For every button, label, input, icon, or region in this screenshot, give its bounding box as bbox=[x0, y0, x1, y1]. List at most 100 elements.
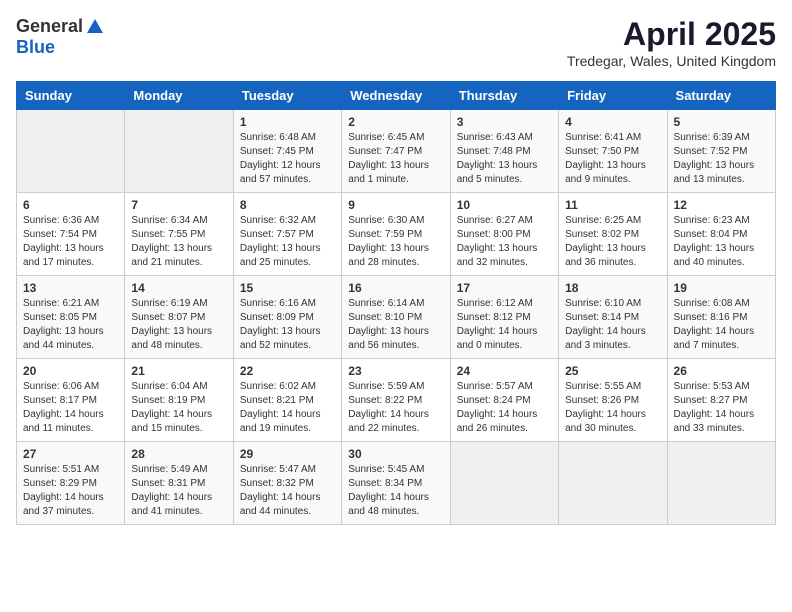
calendar-cell: 26 Sunrise: 5:53 AM Sunset: 8:27 PM Dayli… bbox=[667, 359, 775, 442]
day-number: 19 bbox=[674, 281, 769, 295]
calendar-cell: 19 Sunrise: 6:08 AM Sunset: 8:16 PM Dayli… bbox=[667, 276, 775, 359]
calendar-cell: 2 Sunrise: 6:45 AM Sunset: 7:47 PM Daylig… bbox=[342, 110, 450, 193]
calendar-cell: 8Sunrise: 6:32 AM Sunset: 7:57 PM Daylig… bbox=[233, 193, 341, 276]
title-section: April 2025 Tredegar, Wales, United Kingd… bbox=[567, 16, 776, 69]
day-info: Sunrise: 6:23 AM Sunset: 8:04 PM Dayligh… bbox=[674, 214, 769, 270]
day-info: Sunrise: 6:45 AM Sunset: 7:47 PM Dayligh… bbox=[348, 131, 443, 187]
calendar-cell: 9Sunrise: 6:30 AM Sunset: 7:59 PM Daylig… bbox=[342, 193, 450, 276]
calendar-cell: 12 Sunrise: 6:23 AM Sunset: 8:04 PM Dayli… bbox=[667, 193, 775, 276]
day-info: Sunrise: 5:53 AM Sunset: 8:27 PM Dayligh… bbox=[674, 380, 769, 436]
calendar-cell bbox=[125, 110, 233, 193]
day-info: Sunrise: 6:12 AM Sunset: 8:12 PM Dayligh… bbox=[457, 297, 552, 353]
calendar-cell: 7 Sunrise: 6:34 AM Sunset: 7:55 PM Daylig… bbox=[125, 193, 233, 276]
location-text: Tredegar, Wales, United Kingdom bbox=[567, 53, 776, 69]
logo: General Blue bbox=[16, 16, 105, 58]
day-info: Sunrise: 6:19 AM Sunset: 8:07 PM Dayligh… bbox=[131, 297, 226, 353]
day-number: 30 bbox=[348, 447, 443, 461]
calendar-week-row: 13Sunrise: 6:21 AM Sunset: 8:05 PM Dayli… bbox=[17, 276, 776, 359]
calendar-cell: 4 Sunrise: 6:41 AM Sunset: 7:50 PM Daylig… bbox=[559, 110, 667, 193]
day-info: Sunrise: 6:36 AM Sunset: 7:54 PM Dayligh… bbox=[23, 214, 118, 270]
day-info: Sunrise: 6:34 AM Sunset: 7:55 PM Dayligh… bbox=[131, 214, 226, 270]
day-info: Sunrise: 5:51 AM Sunset: 8:29 PM Dayligh… bbox=[23, 463, 118, 519]
calendar-cell: 20Sunrise: 6:06 AM Sunset: 8:17 PM Dayli… bbox=[17, 359, 125, 442]
day-number: 11 bbox=[565, 198, 660, 212]
calendar-week-row: 6 Sunrise: 6:36 AM Sunset: 7:54 PM Daylig… bbox=[17, 193, 776, 276]
day-info: Sunrise: 5:49 AM Sunset: 8:31 PM Dayligh… bbox=[131, 463, 226, 519]
day-number: 16 bbox=[348, 281, 443, 295]
calendar-cell: 11 Sunrise: 6:25 AM Sunset: 8:02 PM Dayli… bbox=[559, 193, 667, 276]
day-number: 23 bbox=[348, 364, 443, 378]
weekday-header: Saturday bbox=[667, 82, 775, 110]
day-number: 1 bbox=[240, 115, 335, 129]
day-number: 29 bbox=[240, 447, 335, 461]
day-number: 4 bbox=[565, 115, 660, 129]
day-number: 24 bbox=[457, 364, 552, 378]
calendar-cell bbox=[17, 110, 125, 193]
day-info: Sunrise: 5:55 AM Sunset: 8:26 PM Dayligh… bbox=[565, 380, 660, 436]
calendar-cell: 15 Sunrise: 6:16 AM Sunset: 8:09 PM Dayli… bbox=[233, 276, 341, 359]
day-info: Sunrise: 6:14 AM Sunset: 8:10 PM Dayligh… bbox=[348, 297, 443, 353]
day-number: 14 bbox=[131, 281, 226, 295]
calendar-header-row: SundayMondayTuesdayWednesdayThursdayFrid… bbox=[17, 82, 776, 110]
day-number: 15 bbox=[240, 281, 335, 295]
day-number: 20 bbox=[23, 364, 118, 378]
day-info: Sunrise: 6:02 AM Sunset: 8:21 PM Dayligh… bbox=[240, 380, 335, 436]
day-info: Sunrise: 5:45 AM Sunset: 8:34 PM Dayligh… bbox=[348, 463, 443, 519]
day-number: 12 bbox=[674, 198, 769, 212]
calendar-cell: 17 Sunrise: 6:12 AM Sunset: 8:12 PM Dayli… bbox=[450, 276, 558, 359]
calendar-cell: 24 Sunrise: 5:57 AM Sunset: 8:24 PM Dayli… bbox=[450, 359, 558, 442]
calendar-cell: 3 Sunrise: 6:43 AM Sunset: 7:48 PM Daylig… bbox=[450, 110, 558, 193]
day-number: 28 bbox=[131, 447, 226, 461]
day-info: Sunrise: 6:16 AM Sunset: 8:09 PM Dayligh… bbox=[240, 297, 335, 353]
day-number: 9 bbox=[348, 198, 443, 212]
day-number: 5 bbox=[674, 115, 769, 129]
logo-icon bbox=[85, 17, 105, 37]
day-number: 17 bbox=[457, 281, 552, 295]
logo-blue-text: Blue bbox=[16, 37, 55, 58]
calendar-cell: 14 Sunrise: 6:19 AM Sunset: 8:07 PM Dayli… bbox=[125, 276, 233, 359]
day-info: Sunrise: 6:08 AM Sunset: 8:16 PM Dayligh… bbox=[674, 297, 769, 353]
day-info: Sunrise: 5:57 AM Sunset: 8:24 PM Dayligh… bbox=[457, 380, 552, 436]
weekday-header: Tuesday bbox=[233, 82, 341, 110]
day-info: Sunrise: 5:59 AM Sunset: 8:22 PM Dayligh… bbox=[348, 380, 443, 436]
calendar-cell: 13Sunrise: 6:21 AM Sunset: 8:05 PM Dayli… bbox=[17, 276, 125, 359]
calendar-cell: 22Sunrise: 6:02 AM Sunset: 8:21 PM Dayli… bbox=[233, 359, 341, 442]
weekday-header: Thursday bbox=[450, 82, 558, 110]
day-number: 3 bbox=[457, 115, 552, 129]
calendar-cell: 27 Sunrise: 5:51 AM Sunset: 8:29 PM Dayli… bbox=[17, 442, 125, 525]
day-number: 7 bbox=[131, 198, 226, 212]
weekday-header: Sunday bbox=[17, 82, 125, 110]
day-info: Sunrise: 6:25 AM Sunset: 8:02 PM Dayligh… bbox=[565, 214, 660, 270]
page-header: General Blue April 2025 Tredegar, Wales,… bbox=[16, 16, 776, 69]
day-info: Sunrise: 6:48 AM Sunset: 7:45 PM Dayligh… bbox=[240, 131, 335, 187]
calendar-cell: 16 Sunrise: 6:14 AM Sunset: 8:10 PM Dayli… bbox=[342, 276, 450, 359]
day-number: 18 bbox=[565, 281, 660, 295]
day-number: 27 bbox=[23, 447, 118, 461]
day-info: Sunrise: 6:41 AM Sunset: 7:50 PM Dayligh… bbox=[565, 131, 660, 187]
day-number: 8 bbox=[240, 198, 335, 212]
calendar-cell bbox=[450, 442, 558, 525]
day-info: Sunrise: 5:47 AM Sunset: 8:32 PM Dayligh… bbox=[240, 463, 335, 519]
day-info: Sunrise: 6:21 AM Sunset: 8:05 PM Dayligh… bbox=[23, 297, 118, 353]
calendar-cell: 5 Sunrise: 6:39 AM Sunset: 7:52 PM Daylig… bbox=[667, 110, 775, 193]
calendar-cell: 10Sunrise: 6:27 AM Sunset: 8:00 PM Dayli… bbox=[450, 193, 558, 276]
calendar-week-row: 27 Sunrise: 5:51 AM Sunset: 8:29 PM Dayli… bbox=[17, 442, 776, 525]
calendar-cell: 18Sunrise: 6:10 AM Sunset: 8:14 PM Dayli… bbox=[559, 276, 667, 359]
day-number: 2 bbox=[348, 115, 443, 129]
calendar-cell: 30 Sunrise: 5:45 AM Sunset: 8:34 PM Dayli… bbox=[342, 442, 450, 525]
calendar-week-row: 1 Sunrise: 6:48 AM Sunset: 7:45 PM Daylig… bbox=[17, 110, 776, 193]
calendar-cell bbox=[559, 442, 667, 525]
day-number: 6 bbox=[23, 198, 118, 212]
calendar-table: SundayMondayTuesdayWednesdayThursdayFrid… bbox=[16, 81, 776, 525]
weekday-header: Friday bbox=[559, 82, 667, 110]
day-info: Sunrise: 6:43 AM Sunset: 7:48 PM Dayligh… bbox=[457, 131, 552, 187]
calendar-cell: 25Sunrise: 5:55 AM Sunset: 8:26 PM Dayli… bbox=[559, 359, 667, 442]
day-info: Sunrise: 6:39 AM Sunset: 7:52 PM Dayligh… bbox=[674, 131, 769, 187]
day-info: Sunrise: 6:27 AM Sunset: 8:00 PM Dayligh… bbox=[457, 214, 552, 270]
calendar-cell: 28 Sunrise: 5:49 AM Sunset: 8:31 PM Dayli… bbox=[125, 442, 233, 525]
day-info: Sunrise: 6:04 AM Sunset: 8:19 PM Dayligh… bbox=[131, 380, 226, 436]
weekday-header: Wednesday bbox=[342, 82, 450, 110]
day-number: 26 bbox=[674, 364, 769, 378]
calendar-cell: 1 Sunrise: 6:48 AM Sunset: 7:45 PM Daylig… bbox=[233, 110, 341, 193]
calendar-cell: 21Sunrise: 6:04 AM Sunset: 8:19 PM Dayli… bbox=[125, 359, 233, 442]
